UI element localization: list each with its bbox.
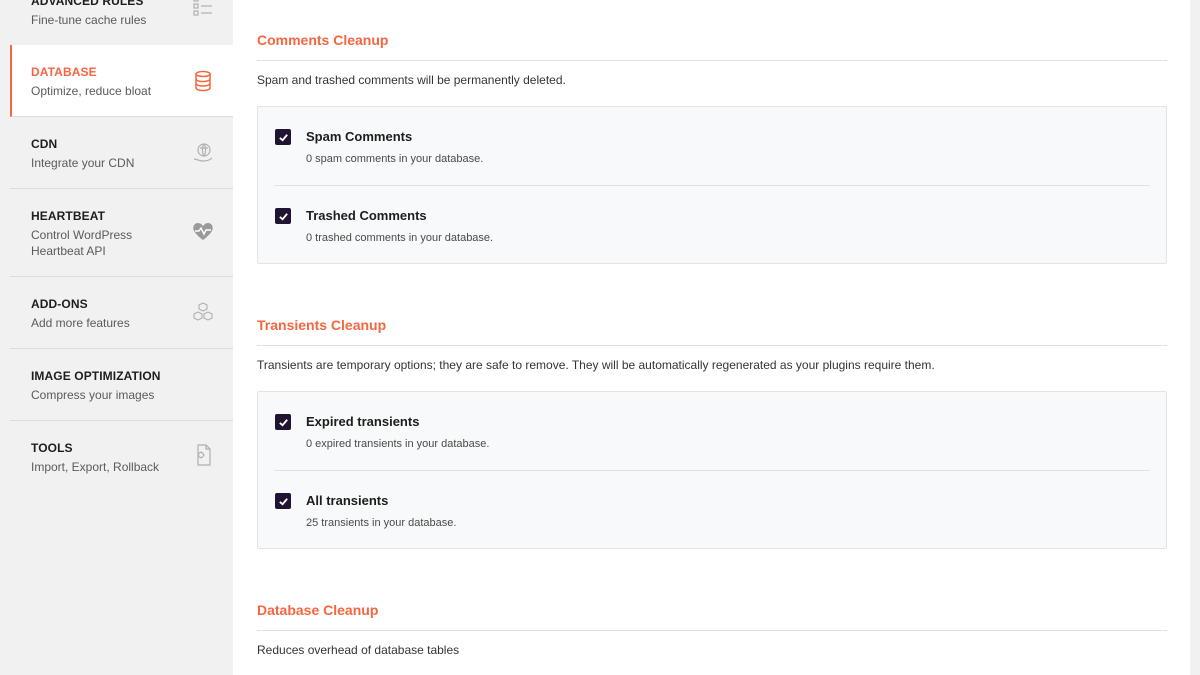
- option-description: 25 transients in your database.: [306, 517, 457, 529]
- section-divider: [257, 60, 1167, 61]
- option-description: 0 expired transients in your database.: [306, 438, 490, 450]
- section-description-comments: Spam and trashed comments will be perman…: [257, 73, 566, 87]
- sidebar-nav: ADVANCED RULES Fine-tune cache rules DAT…: [0, 0, 233, 675]
- sidebar-item-title: IMAGE OPTIMIZATION: [31, 369, 161, 383]
- transients-options-card: Expired transients 0 expired transients …: [257, 391, 1167, 549]
- sidebar-item-heartbeat[interactable]: HEARTBEAT Control WordPress Heartbeat AP…: [10, 189, 233, 277]
- database-icon: [195, 70, 211, 92]
- spam-comments-checkbox[interactable]: [275, 129, 291, 145]
- sidebar-item-subtitle-line: Heartbeat API: [31, 244, 106, 258]
- sidebar-item-tools[interactable]: TOOLS Import, Export, Rollback: [10, 421, 233, 493]
- sidebar-item-add-ons[interactable]: ADD-ONS Add more features: [10, 277, 233, 349]
- checkmark-icon: [278, 212, 288, 221]
- sidebar-item-subtitle: Compress your images: [31, 388, 155, 402]
- page-gutter: [1190, 0, 1200, 675]
- option-spam-comments: Spam Comments 0 spam comments in your da…: [258, 107, 1166, 185]
- option-label: Expired transients: [306, 414, 420, 429]
- cubes-icon: [193, 302, 213, 321]
- main-content: Comments Cleanup Spam and trashed commen…: [233, 0, 1190, 675]
- option-label: All transients: [306, 493, 389, 508]
- section-divider: [257, 345, 1167, 346]
- list-icon: [193, 0, 212, 16]
- heartbeat-icon: [193, 223, 213, 240]
- expired-transients-checkbox[interactable]: [275, 414, 291, 430]
- checkmark-icon: [278, 418, 288, 427]
- sidebar-item-advanced-rules[interactable]: ADVANCED RULES Fine-tune cache rules: [10, 0, 233, 48]
- checkmark-icon: [278, 497, 288, 506]
- section-title-database: Database Cleanup: [257, 602, 379, 618]
- sidebar-item-cdn[interactable]: CDN Integrate your CDN: [10, 117, 233, 189]
- section-title-comments: Comments Cleanup: [257, 32, 389, 48]
- comments-options-card: Spam Comments 0 spam comments in your da…: [257, 106, 1167, 264]
- checkmark-icon: [278, 133, 288, 142]
- globe-hand-icon: [193, 143, 213, 162]
- trashed-comments-checkbox[interactable]: [275, 208, 291, 224]
- option-label: Spam Comments: [306, 129, 413, 144]
- section-description-transients: Transients are temporary options; they a…: [257, 358, 935, 372]
- option-description: 0 spam comments in your database.: [306, 153, 484, 165]
- section-title-transients: Transients Cleanup: [257, 317, 387, 333]
- file-gear-icon: [197, 444, 211, 466]
- section-description-database: Reduces overhead of database tables: [257, 643, 460, 657]
- option-label: Trashed Comments: [306, 208, 427, 223]
- option-expired-transients: Expired transients 0 expired transients …: [258, 392, 1166, 470]
- section-divider: [257, 630, 1167, 631]
- option-description: 0 trashed comments in your database.: [306, 232, 494, 244]
- option-all-transients: All transients 25 transients in your dat…: [258, 471, 1166, 549]
- sidebar-item-image-optimization[interactable]: IMAGE OPTIMIZATION Compress your images: [10, 349, 233, 421]
- all-transients-checkbox[interactable]: [275, 493, 291, 509]
- option-trashed-comments: Trashed Comments 0 trashed comments in y…: [258, 186, 1166, 264]
- sidebar-item-database[interactable]: DATABASE Optimize, reduce bloat: [10, 45, 233, 117]
- sidebar-item-subtitle-line: Control WordPress: [31, 228, 133, 242]
